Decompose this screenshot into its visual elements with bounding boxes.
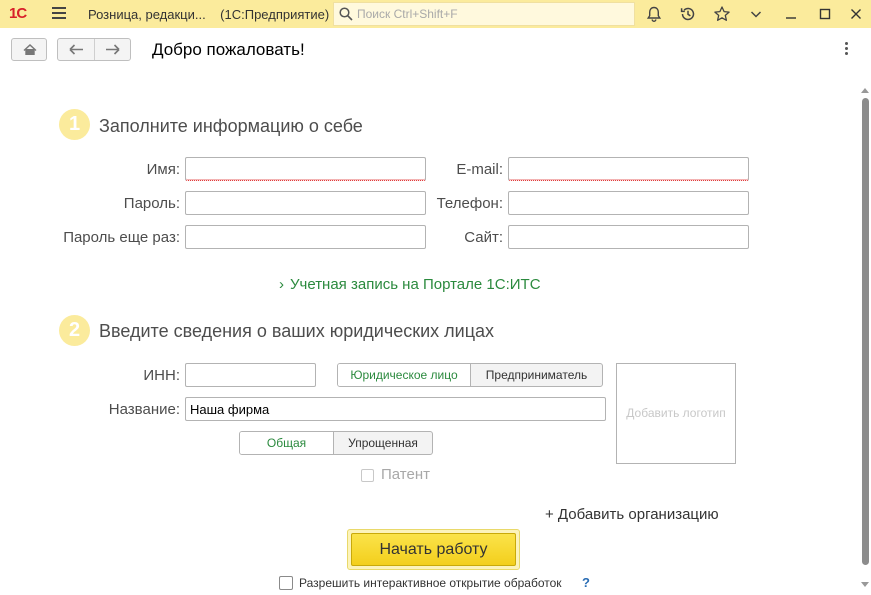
add-logo-area[interactable]: Добавить логотип xyxy=(616,363,736,464)
its-account-link-text: Учетная запись на Портале 1С:ИТС xyxy=(290,276,541,293)
password-repeat-field[interactable] xyxy=(185,225,426,249)
add-logo-text: Добавить логотип xyxy=(626,406,726,420)
patent-checkbox[interactable] xyxy=(361,469,374,482)
window-title: Розница, редакци... (1С:Предприятие) xyxy=(88,7,329,22)
home-icon xyxy=(23,43,37,55)
arrow-left-icon[interactable] xyxy=(58,39,94,60)
password-label: Пароль: xyxy=(123,195,180,212)
scrollbar-thumb[interactable] xyxy=(862,98,869,565)
search-box[interactable] xyxy=(333,2,635,26)
inn-field[interactable] xyxy=(185,363,316,387)
org-name-label: Название: xyxy=(108,401,180,418)
navigation-buttons xyxy=(57,38,131,61)
add-organization-link[interactable]: + Добавить организацию xyxy=(545,506,719,523)
tax-system-general[interactable]: Общая xyxy=(240,432,333,454)
page-title: Добро пожаловать! xyxy=(152,40,305,59)
home-button[interactable] xyxy=(11,38,47,61)
chevron-right-icon: › xyxy=(279,276,284,293)
allow-interactive-checkbox[interactable] xyxy=(279,576,293,590)
app-name: Розница, редакци... xyxy=(88,7,206,22)
step-number-2: 2 xyxy=(59,315,90,346)
site-field[interactable] xyxy=(508,225,749,249)
title-bar: 1С Розница, редакци... (1С:Предприятие) xyxy=(0,0,871,28)
step-number-1: 1 xyxy=(59,109,90,140)
phone-label: Телефон: xyxy=(436,195,503,212)
allow-interactive-label: Разрешить интерактивное открытие обработ… xyxy=(299,576,562,590)
menu-icon[interactable] xyxy=(52,7,66,19)
password-repeat-label: Пароль еще раз: xyxy=(63,229,180,246)
tax-system-simplified[interactable]: Упрощенная xyxy=(333,432,432,454)
section-title-personal: Заполните информацию о себе xyxy=(99,116,363,136)
star-icon[interactable] xyxy=(713,5,731,23)
password-field[interactable] xyxy=(185,191,426,215)
search-icon xyxy=(339,7,353,21)
platform-name: (1С:Предприятие) xyxy=(220,7,330,22)
history-icon[interactable] xyxy=(679,5,697,23)
name-field[interactable] xyxy=(185,157,426,181)
entity-type-legal[interactable]: Юридическое лицо xyxy=(338,364,470,386)
entity-type-entrepreneur[interactable]: Предприниматель xyxy=(470,364,602,386)
patent-label: Патент xyxy=(381,466,430,483)
maximize-icon[interactable] xyxy=(816,5,834,23)
bell-icon[interactable] xyxy=(645,5,663,23)
start-work-button[interactable]: Начать работу xyxy=(347,529,520,570)
site-label: Сайт: xyxy=(464,229,503,246)
org-name-field[interactable] xyxy=(185,397,606,421)
search-input[interactable] xyxy=(357,6,627,22)
entity-type-toggle: Юридическое лицо Предприниматель xyxy=(337,363,603,387)
close-icon[interactable] xyxy=(847,5,865,23)
section-title-legal: Введите сведения о ваших юридических лиц… xyxy=(99,321,495,341)
scroll-up-icon[interactable] xyxy=(861,88,869,93)
email-field[interactable] xyxy=(508,157,749,181)
name-label: Имя: xyxy=(146,161,180,178)
help-icon[interactable]: ? xyxy=(582,575,590,590)
chevron-down-icon[interactable] xyxy=(747,5,765,23)
inn-label: ИНН: xyxy=(143,367,180,384)
more-vertical-icon[interactable] xyxy=(845,42,849,56)
minimize-icon[interactable] xyxy=(782,5,800,23)
its-account-link[interactable]: › Учетная запись на Портале 1С:ИТС xyxy=(279,276,541,293)
scroll-down-icon[interactable] xyxy=(861,582,869,587)
email-label: E-mail: xyxy=(456,161,503,178)
tax-system-toggle: Общая Упрощенная xyxy=(239,431,433,455)
arrow-right-icon[interactable] xyxy=(95,39,131,60)
app-logo[interactable]: 1С xyxy=(9,5,27,22)
phone-field[interactable] xyxy=(508,191,749,215)
start-work-button-label: Начать работу xyxy=(351,533,516,566)
